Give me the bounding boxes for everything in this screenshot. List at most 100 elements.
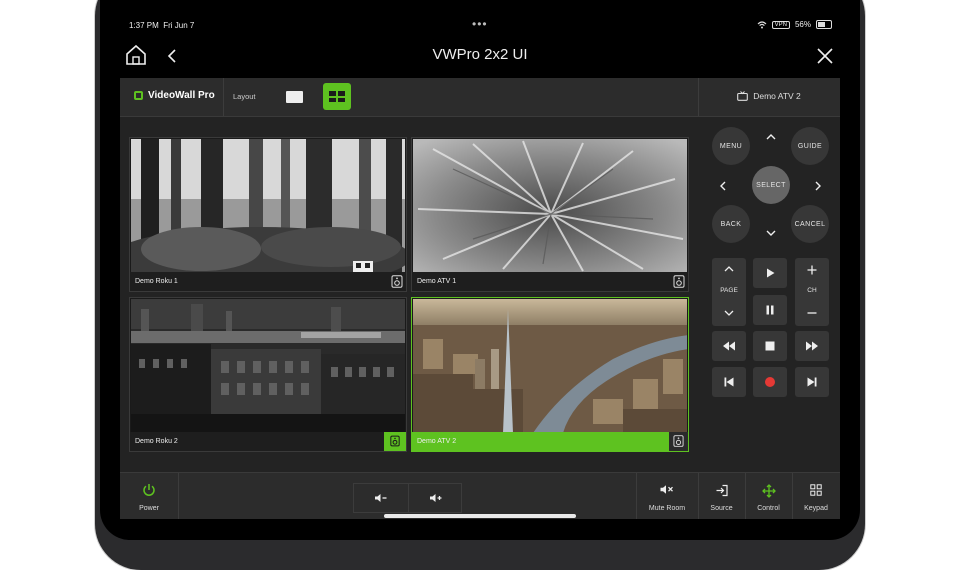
remote-control-panel: MENU GUIDE SELECT BACK CANCEL PAGE CH: [699, 117, 840, 472]
mute-room-label: Mute Room: [648, 505, 686, 512]
volume-down-button[interactable]: [354, 484, 408, 512]
select-button[interactable]: SELECT: [752, 166, 790, 204]
layout-label: Layout: [233, 92, 256, 101]
video-preview: [413, 299, 687, 433]
speaker-icon[interactable]: [391, 275, 403, 288]
videowall-logo-icon: [134, 91, 143, 100]
channel-down-icon[interactable]: [806, 307, 818, 319]
fish-school-scene: [413, 139, 687, 273]
tile-demo-roku-2[interactable]: Demo Roku 2: [129, 297, 407, 452]
video-preview: [131, 139, 405, 273]
dpad-down-icon[interactable]: [765, 227, 777, 239]
fast-forward-button[interactable]: [795, 331, 829, 361]
control-label: Control: [757, 505, 780, 512]
dpad-right-icon[interactable]: [812, 180, 824, 192]
skip-forward-button[interactable]: [795, 367, 829, 397]
control-button[interactable]: Control: [745, 473, 792, 519]
videowall-app: VideoWall Pro Layout Demo ATV 2 Demo Rok…: [120, 78, 840, 519]
vpn-badge: VPN: [771, 20, 790, 29]
speaker-icon[interactable]: [673, 275, 685, 288]
speaker-icon[interactable]: [669, 432, 688, 451]
video-preview: [131, 299, 405, 433]
stop-icon: [765, 341, 775, 351]
selected-device[interactable]: Demo ATV 2: [698, 91, 840, 101]
battery-icon: [816, 20, 832, 29]
cancel-button[interactable]: CANCEL: [791, 205, 829, 243]
skip-back-icon: [724, 377, 734, 387]
page-rocker: PAGE: [712, 258, 746, 326]
tile-demo-atv-1[interactable]: Demo ATV 1: [411, 137, 689, 292]
mute-icon: [660, 485, 673, 494]
rewind-icon: [723, 341, 735, 351]
tile-label: Demo Roku 2: [135, 438, 178, 445]
fast-forward-icon: [806, 341, 818, 351]
rewind-button[interactable]: [712, 331, 746, 361]
toolbar-divider: [178, 473, 179, 519]
forest-scene: [131, 139, 405, 273]
record-icon: [765, 377, 775, 387]
play-icon: [767, 268, 775, 278]
speaker-icon[interactable]: [384, 432, 406, 451]
power-label: Power: [139, 505, 159, 512]
channel-rocker: CH: [795, 258, 829, 326]
stop-button[interactable]: [753, 331, 787, 361]
source-button[interactable]: Source: [698, 473, 745, 519]
video-wall-grid: Demo Roku 1 Demo ATV 1 Demo Roku 2 Demo …: [120, 117, 698, 472]
source-input-icon: [716, 484, 728, 497]
tile-demo-atv-2[interactable]: Demo ATV 2: [411, 297, 689, 452]
multitask-dots-icon[interactable]: •••: [472, 17, 488, 31]
tile-label: Demo ATV 2: [417, 438, 457, 445]
dpad-up-icon[interactable]: [765, 131, 777, 143]
channel-up-icon[interactable]: [806, 264, 818, 276]
selected-device-label: Demo ATV 2: [753, 91, 801, 101]
brand-name: VideoWall Pro: [148, 90, 215, 101]
tile-label: Demo ATV 1: [417, 278, 457, 285]
volume-up-button[interactable]: [409, 484, 463, 512]
guide-button[interactable]: GUIDE: [791, 127, 829, 165]
page-down-icon[interactable]: [723, 308, 735, 318]
battery-percent: 56%: [794, 20, 811, 29]
page-label: PAGE: [720, 287, 738, 294]
menu-button[interactable]: MENU: [712, 127, 750, 165]
home-indicator[interactable]: [384, 514, 576, 518]
pause-button[interactable]: [753, 295, 787, 325]
play-button[interactable]: [753, 258, 787, 288]
volume-control: [353, 483, 462, 513]
source-label: Source: [710, 505, 733, 512]
navigation-bar: VWPro 2x2 UI: [100, 40, 860, 72]
record-button[interactable]: [753, 367, 787, 397]
header-divider: [223, 78, 224, 116]
dpad-left-icon[interactable]: [717, 180, 729, 192]
tile-caption: Demo Roku 1: [130, 272, 406, 291]
pause-icon: [766, 305, 774, 315]
back-button[interactable]: BACK: [712, 205, 750, 243]
layout-2x2-button[interactable]: [323, 83, 351, 110]
ch-label: CH: [807, 287, 817, 294]
volume-up-icon: [430, 494, 442, 502]
aerial-city-scene: [413, 299, 687, 433]
keypad-button[interactable]: Keypad: [792, 473, 840, 519]
page-title: VWPro 2x2 UI: [432, 46, 528, 63]
page-up-icon[interactable]: [723, 264, 735, 274]
volume-down-icon: [375, 494, 387, 502]
video-preview: [413, 139, 687, 273]
tablet-screen: 1:37 PM Fri Jun 7 ••• VPN 56% VWPro 2x2 …: [100, 0, 860, 540]
wifi-icon: [757, 20, 767, 28]
tile-label: Demo Roku 1: [135, 278, 178, 285]
power-icon: [143, 484, 155, 496]
keypad-grid-icon: [810, 484, 822, 496]
mute-room-button[interactable]: Mute Room: [636, 473, 698, 519]
brand-logo: VideoWall Pro: [134, 90, 215, 101]
bottom-toolbar: Power Mute Room Source Control Keypad: [120, 472, 840, 519]
tv-icon: [737, 91, 749, 101]
tile-demo-roku-1[interactable]: Demo Roku 1: [129, 137, 407, 292]
move-arrows-icon: [761, 484, 776, 498]
power-button[interactable]: Power: [120, 473, 178, 519]
tile-caption: Demo ATV 2: [412, 432, 688, 451]
keypad-label: Keypad: [804, 505, 828, 512]
tile-caption: Demo ATV 1: [412, 272, 688, 291]
skip-back-button[interactable]: [712, 367, 746, 397]
close-icon[interactable]: [816, 47, 834, 65]
layout-single-button[interactable]: [286, 91, 303, 103]
tile-caption: Demo Roku 2: [130, 432, 406, 451]
